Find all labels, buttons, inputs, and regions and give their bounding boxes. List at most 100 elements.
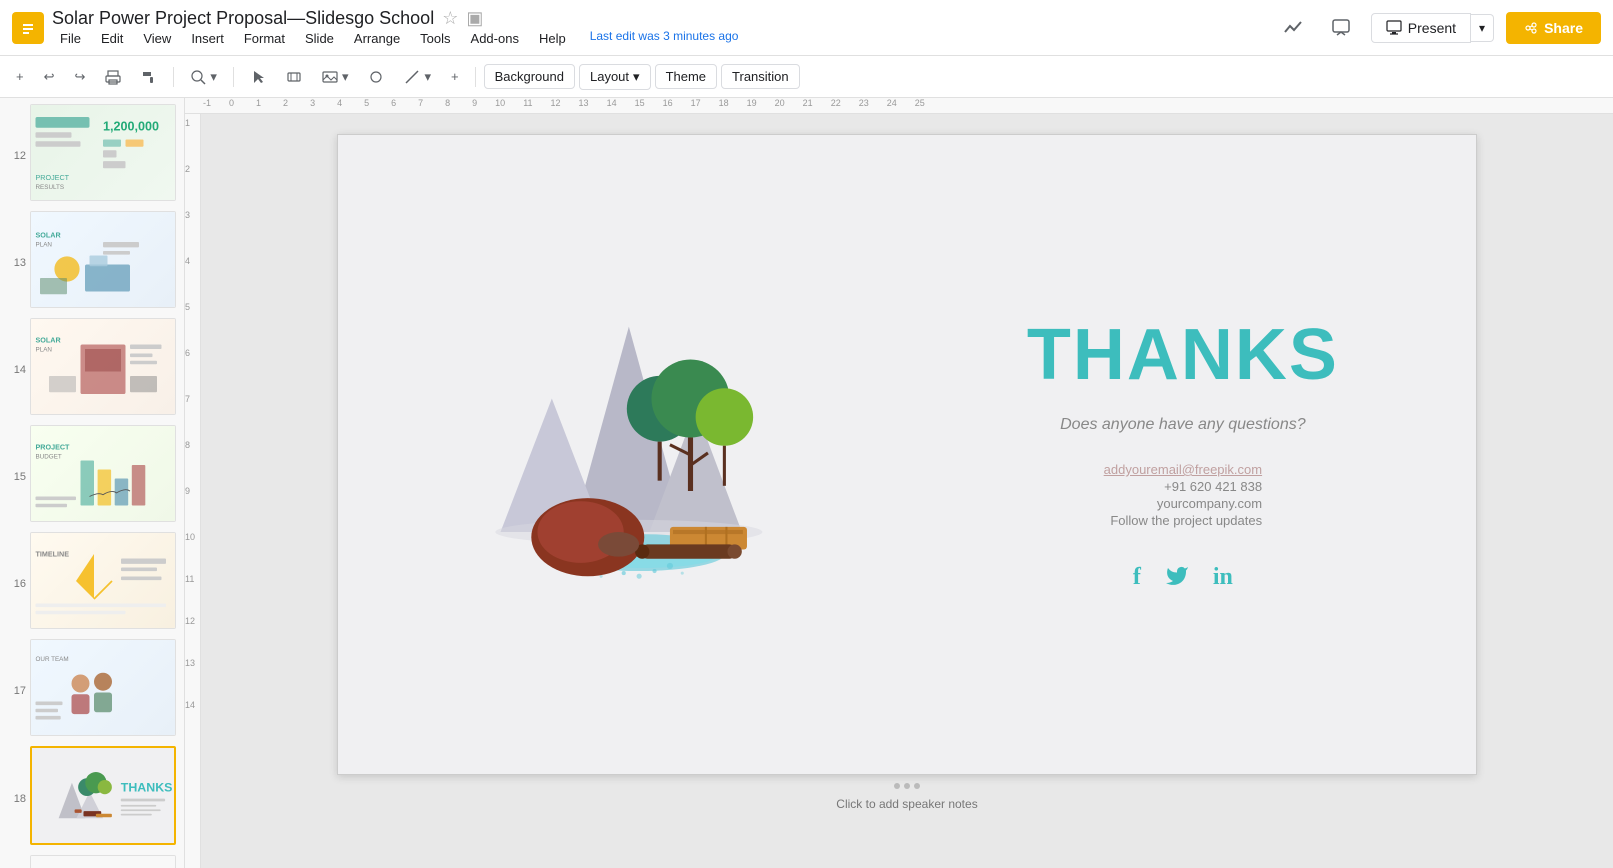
- contact-email: addyouremail@freepik.com: [1104, 462, 1262, 477]
- toolbar: + ↩ ↪ ▾ ▾ ▾ + Background Layout ▾ Theme …: [0, 56, 1613, 98]
- app-icon[interactable]: [12, 12, 44, 44]
- slide-panel: 12 1,200,000 PROJECT: [0, 98, 185, 868]
- slide-row-17: 17 OUR TEAM: [4, 639, 180, 742]
- slide-num-15: 15: [8, 471, 26, 483]
- menu-file[interactable]: File: [52, 29, 89, 48]
- slide-thumb-14[interactable]: SOLAR PLAN: [30, 318, 176, 415]
- toolbar-shapes[interactable]: [360, 62, 392, 92]
- chat-icon[interactable]: [1323, 10, 1359, 46]
- menu-bar: File Edit View Insert Format Slide Arran…: [52, 29, 1267, 48]
- toolbar-special[interactable]: +: [443, 62, 467, 92]
- speaker-notes[interactable]: Click to add speaker notes: [836, 797, 977, 811]
- present-dropdown[interactable]: ▾: [1471, 14, 1494, 42]
- social-icons: f in: [1133, 564, 1233, 595]
- canvas-wrap: 1 2 3 4 5 6 7 8 9 10 11 12 13 14: [185, 114, 1613, 868]
- slide-num-17: 17: [8, 685, 26, 697]
- slide-row-16: 16 TIMELINE: [4, 532, 180, 635]
- slide-num-16: 16: [8, 578, 26, 590]
- menu-tools[interactable]: Tools: [412, 29, 458, 48]
- title-area: Solar Power Project Proposal—Slidesgo Sc…: [52, 8, 1267, 48]
- horizontal-ruler: -1 0 1 2 3 4 5 6 7 8 9 10 11 12 13 14 15: [185, 98, 1613, 114]
- contact-info: addyouremail@freepik.com +91 620 421 838…: [1104, 462, 1262, 528]
- slide-thumb-16[interactable]: TIMELINE: [30, 532, 176, 629]
- menu-help[interactable]: Help: [531, 29, 574, 48]
- slide-num-12: 12: [8, 150, 26, 162]
- toolbar-add[interactable]: +: [8, 62, 32, 92]
- layout-button[interactable]: Layout ▾: [579, 64, 651, 90]
- svg-text:SOLAR: SOLAR: [36, 335, 62, 344]
- slide-row-13: 13 SOLAR PLAN: [4, 211, 180, 314]
- document-title: Solar Power Project Proposal—Slidesgo Sc…: [52, 8, 1267, 29]
- thanks-heading: THANKS: [1027, 314, 1339, 396]
- menu-addons[interactable]: Add-ons: [463, 29, 527, 48]
- question-text: Does anyone have any questions?: [1060, 416, 1306, 434]
- slide-num-14: 14: [8, 364, 26, 376]
- slide-row-14: 14 SOLAR PLAN: [4, 318, 180, 421]
- toolbar-print[interactable]: [97, 62, 129, 92]
- svg-text:THANKS: THANKS: [121, 780, 173, 794]
- svg-text:PLAN: PLAN: [36, 346, 53, 353]
- last-edit[interactable]: Last edit was 3 minutes ago: [590, 29, 739, 48]
- toolbar-redo[interactable]: ↪: [67, 62, 94, 92]
- present-group: Present ▾: [1371, 13, 1494, 43]
- share-button[interactable]: Share: [1506, 12, 1601, 44]
- svg-text:OUR TEAM: OUR TEAM: [36, 656, 69, 663]
- svg-text:TIMELINE: TIMELINE: [36, 549, 70, 558]
- toolbar-textbox[interactable]: [278, 62, 310, 92]
- svg-text:BUDGET: BUDGET: [36, 453, 62, 460]
- slide-illustration: [338, 135, 930, 774]
- menu-insert[interactable]: Insert: [183, 29, 232, 48]
- toolbar-undo[interactable]: ↩: [36, 62, 63, 92]
- slide-row-18: 18: [4, 746, 180, 851]
- main-content: 12 1,200,000 PROJECT: [0, 98, 1613, 868]
- theme-button[interactable]: Theme: [655, 64, 717, 89]
- svg-text:SOLAR: SOLAR: [36, 230, 62, 239]
- slide-thumb-13[interactable]: SOLAR PLAN: [30, 211, 176, 308]
- svg-text:1,200,000: 1,200,000: [103, 119, 159, 133]
- background-button[interactable]: Background: [484, 64, 575, 89]
- top-bar: Solar Power Project Proposal—Slidesgo Sc…: [0, 0, 1613, 56]
- linkedin-icon[interactable]: in: [1213, 564, 1233, 595]
- slide-thumb-18[interactable]: THANKS: [30, 746, 176, 845]
- contact-follow: Follow the project updates: [1104, 513, 1262, 528]
- toolbar-paintformat[interactable]: [133, 62, 165, 92]
- menu-arrange[interactable]: Arrange: [346, 29, 408, 48]
- menu-view[interactable]: View: [135, 29, 179, 48]
- menu-format[interactable]: Format: [236, 29, 293, 48]
- toolbar-image[interactable]: ▾: [314, 62, 357, 92]
- twitter-icon[interactable]: [1165, 564, 1189, 595]
- toolbar-zoom[interactable]: ▾: [182, 62, 225, 92]
- slide-thumb-17[interactable]: OUR TEAM: [30, 639, 176, 736]
- svg-text:PROJECT: PROJECT: [36, 173, 70, 182]
- menu-slide[interactable]: Slide: [297, 29, 342, 48]
- svg-text:PROJECT: PROJECT: [36, 442, 71, 451]
- folder-icon[interactable]: ▣: [466, 8, 483, 29]
- slide-thumb-19[interactable]: CHANGE: [30, 855, 176, 868]
- top-right-buttons: Present ▾ Share: [1275, 10, 1601, 46]
- slide-thumb-12[interactable]: 1,200,000 PROJECT RESULTS: [30, 104, 176, 201]
- activity-icon[interactable]: [1275, 10, 1311, 46]
- toolbar-sep-2: [233, 67, 234, 87]
- nature-illustration: [464, 265, 804, 645]
- canvas-area: -1 0 1 2 3 4 5 6 7 8 9 10 11 12 13 14 15: [185, 98, 1613, 868]
- contact-phone: +91 620 421 838: [1104, 479, 1262, 494]
- slide-num-13: 13: [8, 257, 26, 269]
- slide-text-content: THANKS Does anyone have any questions? a…: [930, 135, 1476, 774]
- star-icon[interactable]: ☆: [442, 8, 458, 29]
- toolbar-cursor[interactable]: [242, 62, 274, 92]
- facebook-icon[interactable]: f: [1133, 564, 1141, 595]
- svg-text:RESULTS: RESULTS: [36, 184, 65, 191]
- slide-row-12: 12 1,200,000 PROJECT: [4, 104, 180, 207]
- present-button[interactable]: Present: [1371, 13, 1471, 43]
- toolbar-sep-3: [475, 67, 476, 87]
- contact-website: yourcompany.com: [1104, 496, 1262, 511]
- vertical-ruler: 1 2 3 4 5 6 7 8 9 10 11 12 13 14: [185, 114, 201, 868]
- transition-button[interactable]: Transition: [721, 64, 800, 89]
- slide-thumb-15[interactable]: PROJECT BUDGET: [30, 425, 176, 522]
- slide-list: 12 1,200,000 PROJECT: [4, 104, 180, 868]
- slide-num-18: 18: [8, 793, 26, 805]
- slide-handle: [894, 783, 920, 789]
- canvas-scroll[interactable]: THANKS Does anyone have any questions? a…: [201, 114, 1613, 868]
- toolbar-lines[interactable]: ▾: [396, 62, 439, 92]
- menu-edit[interactable]: Edit: [93, 29, 131, 48]
